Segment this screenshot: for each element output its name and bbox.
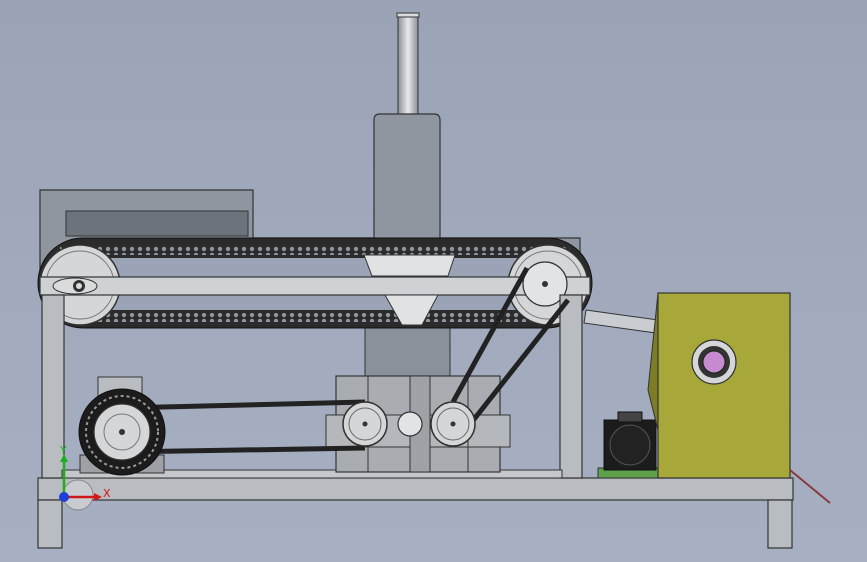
olive-module (647, 292, 791, 479)
triad-y-label: Y (59, 444, 67, 457)
bearing-inner (702, 350, 726, 374)
gearbox-pulley-left (342, 401, 388, 447)
housing-window (65, 210, 249, 237)
gearbox-pulley-right (430, 401, 476, 447)
cad-viewport: X Y (0, 0, 867, 562)
assembly-drawing: X Y (0, 0, 867, 562)
triad-x-label: X (103, 487, 111, 500)
conveyor-rail (39, 276, 591, 296)
left-shaft-bearing (52, 277, 98, 295)
